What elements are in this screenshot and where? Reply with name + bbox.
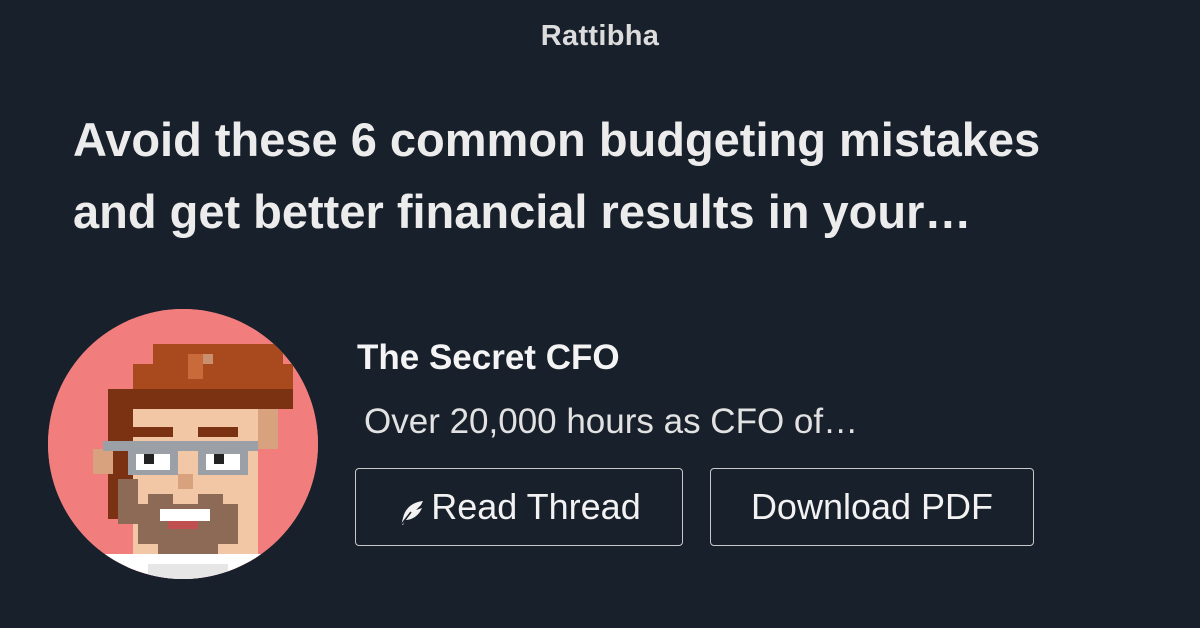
site-name[interactable]: Rattibha xyxy=(0,20,1200,53)
read-thread-button[interactable]: Read Thread xyxy=(355,468,683,546)
read-thread-label: Read Thread xyxy=(431,486,641,527)
author-name[interactable]: The Secret CFO xyxy=(357,338,620,378)
thread-title: Avoid these 6 common budgeting mistakes … xyxy=(73,113,1041,238)
author-bio: Over 20,000 hours as CFO of… xyxy=(364,402,859,441)
feather-icon xyxy=(397,495,427,526)
author-avatar[interactable] xyxy=(48,309,318,579)
pixel-avatar-image xyxy=(48,309,318,579)
download-pdf-button[interactable]: Download PDF xyxy=(710,468,1034,546)
download-pdf-label: Download PDF xyxy=(750,486,994,527)
